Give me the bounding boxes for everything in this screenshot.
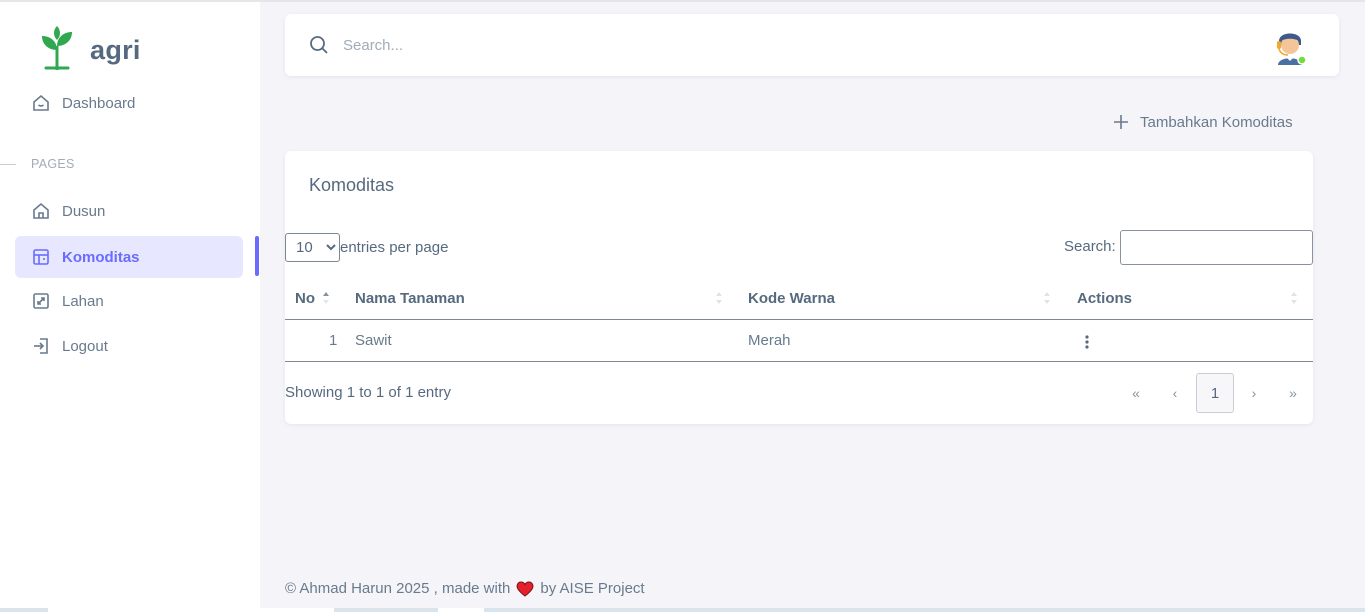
pagination-page-1[interactable]: 1 <box>1196 373 1234 413</box>
search-input[interactable] <box>343 30 943 60</box>
table-search-input[interactable] <box>1120 230 1313 265</box>
sidebar-item-label: Logout <box>62 337 108 355</box>
column-header-kode-warna[interactable]: Kode Warna <box>748 290 835 307</box>
column-header-nama-tanaman[interactable]: Nama Tanaman <box>355 290 465 307</box>
table-info: Showing 1 to 1 of 1 entry <box>285 384 451 401</box>
heart-icon <box>516 580 534 597</box>
home-icon <box>32 202 50 220</box>
table-header: No Nama Tanaman Kode Warna Actions <box>285 277 1313 320</box>
active-menu-indicator <box>255 236 259 276</box>
sidebar-item-label: Lahan <box>62 292 104 310</box>
sidebar-item-label: Dashboard <box>62 94 136 112</box>
add-komoditas-label: Tambahkan Komoditas <box>1140 113 1293 131</box>
pagination-first[interactable]: « <box>1121 373 1151 413</box>
sort-asc-icon[interactable] <box>322 291 330 305</box>
pagination-next[interactable]: › <box>1239 373 1269 413</box>
entries-per-page-select[interactable]: 10 <box>285 233 340 262</box>
sidebar: agri Dashboard PAGES Dusun Komoditas Lah… <box>0 2 260 608</box>
bottom-strip-segment <box>48 608 334 612</box>
column-header-actions[interactable]: Actions <box>1077 290 1132 307</box>
cell-kode-warna: Merah <box>748 332 791 349</box>
home-smile-icon <box>32 94 50 112</box>
sidebar-item-label: Dusun <box>62 202 106 220</box>
entries-per-page-label: entries per page <box>340 239 449 256</box>
pagination-last[interactable]: » <box>1278 373 1308 413</box>
avatar[interactable] <box>1273 25 1307 65</box>
log-in-icon <box>32 337 50 355</box>
navbar <box>285 14 1339 76</box>
footer-credit: by AISE Project <box>540 580 645 597</box>
store-icon <box>32 248 50 266</box>
sprout-icon <box>38 26 76 75</box>
komoditas-card: Komoditas 10 entries per page Search: No… <box>285 151 1313 424</box>
sidebar-item-komoditas[interactable]: Komoditas <box>15 236 243 278</box>
more-vertical-icon[interactable] <box>1083 334 1091 350</box>
sidebar-item-label: Komoditas <box>62 248 140 266</box>
table-row: 1 Sawit Merah <box>285 320 1313 362</box>
pagination-prev[interactable]: ‹ <box>1160 373 1190 413</box>
search-icon <box>309 35 329 60</box>
sort-icon[interactable] <box>1290 291 1298 305</box>
sidebar-item-dusun[interactable]: Dusun <box>15 190 243 232</box>
sidebar-item-logout[interactable]: Logout <box>15 325 243 367</box>
footer-copyright: © Ahmad Harun 2025 , made with <box>285 580 511 597</box>
sort-icon[interactable] <box>715 291 723 305</box>
plus-icon <box>1114 111 1128 133</box>
sidebar-item-dashboard[interactable]: Dashboard <box>15 82 243 124</box>
menu-header-divider <box>0 164 16 165</box>
cell-no: 1 <box>329 332 338 349</box>
column-header-no[interactable]: No <box>295 290 315 307</box>
menu-header-pages: PAGES <box>31 157 75 171</box>
expand-square-icon <box>32 292 50 310</box>
add-komoditas-button[interactable]: Tambahkan Komoditas <box>1114 110 1293 134</box>
brand-name: agri <box>90 35 141 65</box>
table-search-label: Search: <box>1064 238 1116 255</box>
bottom-strip <box>0 608 1365 612</box>
card-title: Komoditas <box>309 175 395 195</box>
bottom-strip-segment <box>438 608 484 612</box>
sidebar-item-lahan[interactable]: Lahan <box>15 280 243 322</box>
sort-icon[interactable] <box>1043 291 1051 305</box>
footer: © Ahmad Harun 2025 , made with by AISE P… <box>285 580 645 597</box>
cell-nama-tanaman: Sawit <box>355 332 392 349</box>
brand-logo[interactable]: agri <box>38 26 141 75</box>
